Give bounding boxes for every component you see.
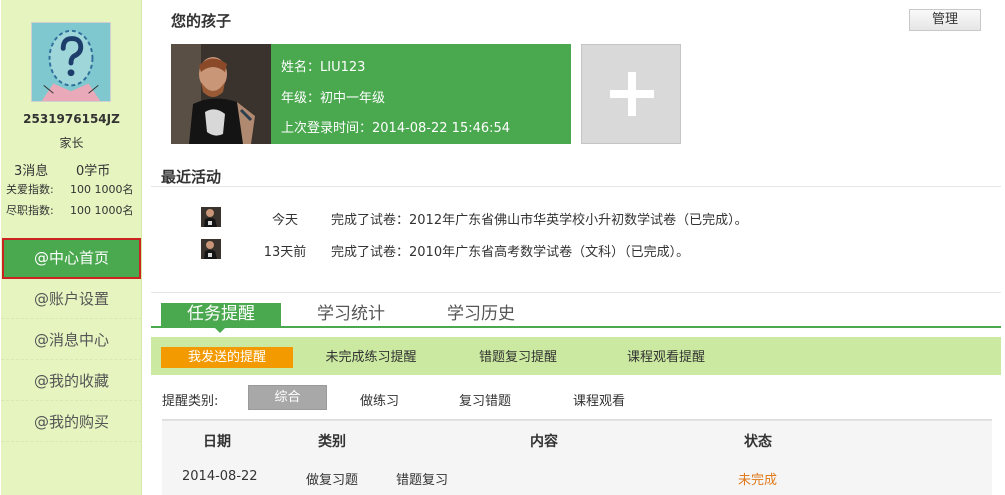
filter-option-course-watching[interactable]: 课程观看 xyxy=(573,390,625,409)
column-header-type: 类别 xyxy=(318,434,346,450)
section-divider xyxy=(151,292,1001,293)
duty-index-value: 100 1000名 xyxy=(70,204,134,217)
column-header-status: 状态 xyxy=(744,434,772,450)
filter-option-all[interactable]: 综合 xyxy=(248,385,327,410)
column-header-date: 日期 xyxy=(203,434,231,450)
activity-item: 今天 完成了试卷：2012年广东省佛山市华英学校小升初数学试卷（已完成）。 xyxy=(151,205,1001,229)
child-card[interactable]: 姓名：LIU123 年级：初中一年级 上次登录时间：2014-08-22 15:… xyxy=(171,44,571,144)
column-header-content: 内容 xyxy=(530,434,558,450)
care-index-label: 关爱指数: xyxy=(6,183,54,196)
care-index-value: 100 1000名 xyxy=(70,183,134,196)
coin-count: 0学币 xyxy=(76,164,111,179)
nav-home[interactable]: @中心首页 xyxy=(2,238,141,279)
user-id: 2531976154JZ xyxy=(23,112,120,126)
cell-status: 未完成 xyxy=(738,473,778,488)
filter-option-practice[interactable]: 做练习 xyxy=(360,390,399,409)
user-avatar[interactable] xyxy=(31,22,111,102)
sidebar: 2531976154JZ 家长 3消息 0学币 关爱指数: 100 1000名 … xyxy=(1,0,142,495)
active-tab-arrow-icon xyxy=(215,328,225,333)
activity-description[interactable]: 完成了试卷：2010年广东省高考数学试卷（文科）（已完成）。 xyxy=(331,241,689,260)
child-last-login: 上次登录时间：2014-08-22 15:46:54 xyxy=(281,121,511,136)
nav-my-purchases[interactable]: @我的购买 xyxy=(1,402,142,442)
activity-divider xyxy=(151,186,1001,187)
subtab-course-watching[interactable]: 课程观看提醒 xyxy=(611,347,721,368)
nav-account-settings[interactable]: @账户设置 xyxy=(1,279,142,319)
add-child-button[interactable] xyxy=(581,44,681,144)
tab-task-reminders[interactable]: 任务提醒 xyxy=(161,303,281,326)
reminder-subtabs: 我发送的提醒 未完成练习提醒 错题复习提醒 课程观看提醒 xyxy=(151,337,1001,375)
cell-type: 做复习题 xyxy=(306,473,359,488)
filter-label: 提醒类别: xyxy=(162,394,219,409)
activity-section-title: 最近活动 xyxy=(161,168,222,186)
subtab-unfinished-practice[interactable]: 未完成练习提醒 xyxy=(311,347,431,368)
activity-time: 今天 xyxy=(271,213,298,228)
child-grade: 年级：初中一年级 xyxy=(281,91,386,106)
tab-study-history[interactable]: 学习历史 xyxy=(421,303,541,326)
nav-message-center[interactable]: @消息中心 xyxy=(1,320,142,360)
user-role: 家长 xyxy=(59,136,84,150)
reminders-table: 日期 类别 内容 状态 2014-08-22 做复习题 错题复习 未完成 xyxy=(162,420,992,495)
tabs-underline xyxy=(151,326,1001,328)
message-count[interactable]: 3消息 xyxy=(14,160,48,179)
manage-button[interactable]: 管理 xyxy=(909,9,981,31)
default-avatar-icon xyxy=(32,23,110,101)
filter-option-review-errors[interactable]: 复习错题 xyxy=(459,390,511,409)
child-thumbnail-icon xyxy=(201,239,221,259)
child-photo xyxy=(171,44,271,144)
activity-time: 13天前 xyxy=(263,245,307,260)
activity-item: 13天前 完成了试卷：2010年广东省高考数学试卷（文科）（已完成）。 xyxy=(151,237,1001,261)
duty-index-label: 尽职指数: xyxy=(6,204,54,217)
cell-date: 2014-08-22 xyxy=(182,469,258,484)
children-section-title: 您的孩子 xyxy=(171,12,232,30)
tab-study-statistics[interactable]: 学习统计 xyxy=(291,303,411,326)
nav-my-favorites[interactable]: @我的收藏 xyxy=(1,361,142,401)
reminder-type-filter: 提醒类别: 综合 做练习 复习错题 课程观看 xyxy=(162,385,992,411)
subtab-sent-reminders[interactable]: 我发送的提醒 xyxy=(161,347,293,368)
cell-content[interactable]: 错题复习 xyxy=(396,469,448,488)
child-photo-icon xyxy=(171,44,271,144)
activity-description[interactable]: 完成了试卷：2012年广东省佛山市华英学校小升初数学试卷（已完成）。 xyxy=(331,209,748,228)
subtab-error-review[interactable]: 错题复习提醒 xyxy=(463,347,573,368)
child-thumbnail-icon xyxy=(201,207,221,227)
child-name: 姓名：LIU123 xyxy=(281,60,366,75)
